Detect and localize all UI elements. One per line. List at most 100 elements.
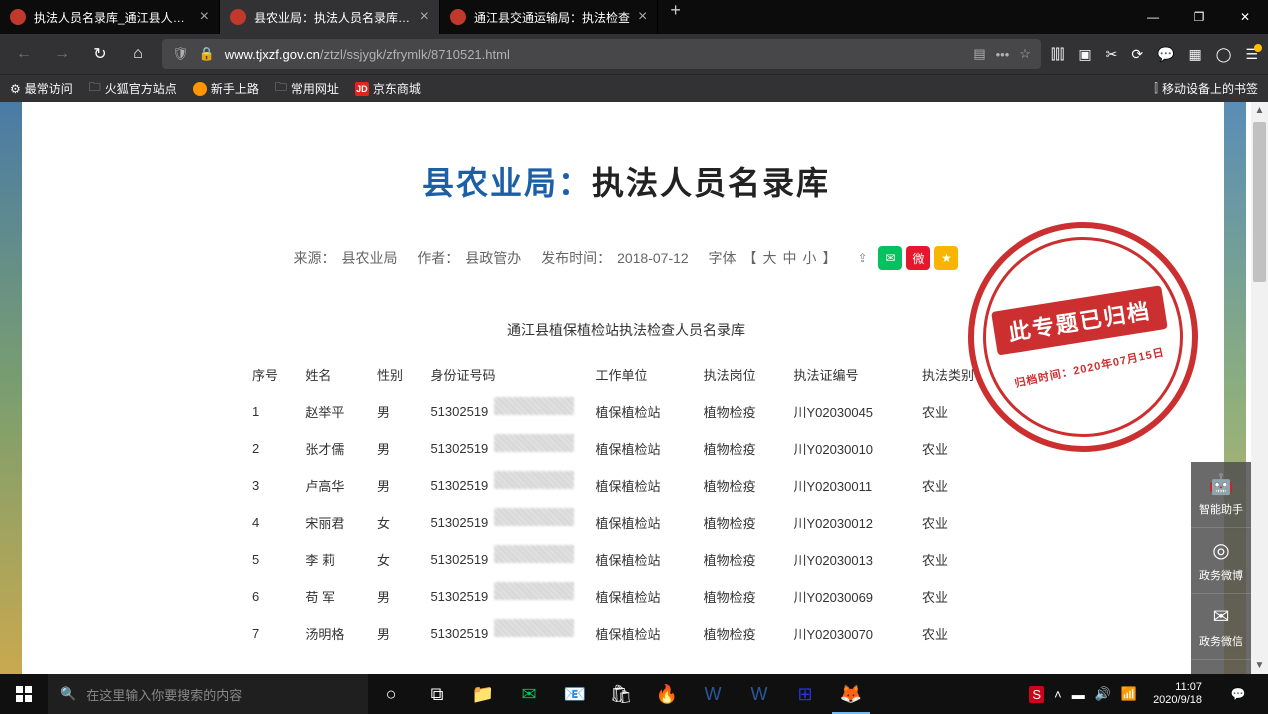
float-share[interactable]: ⤴分享 bbox=[1191, 660, 1251, 674]
font-large-button[interactable]: 大 bbox=[762, 248, 776, 268]
cell-post: 植物检疫 bbox=[698, 430, 788, 467]
app-folder[interactable]: 📁 bbox=[460, 674, 506, 714]
cell-index: 6 bbox=[246, 578, 299, 615]
robot-icon: 🤖 bbox=[1209, 472, 1234, 497]
tabs-strip: 执法人员名录库_通江县人民政 × 县农业局：执法人员名录库_通 × 通江县交通运… bbox=[0, 0, 1130, 34]
favicon-icon bbox=[10, 9, 26, 25]
col-unit: 工作单位 bbox=[589, 356, 697, 393]
tab-0[interactable]: 执法人员名录库_通江县人民政 × bbox=[0, 0, 220, 34]
bookmark-firefox-site[interactable]: 🗀火狐官方站点 bbox=[89, 78, 177, 99]
taskview-button[interactable]: ⧉ bbox=[414, 674, 460, 714]
volume-icon[interactable]: 🔊 bbox=[1095, 686, 1111, 702]
screenshot-icon[interactable]: ✂ bbox=[1106, 46, 1118, 63]
qzone-icon[interactable]: ★ bbox=[934, 246, 958, 270]
wechat-icon[interactable]: ✉ bbox=[878, 246, 902, 270]
cell-gender: 女 bbox=[371, 504, 424, 541]
bg-decoration-left bbox=[0, 102, 22, 674]
chevron-up-icon[interactable]: ˄ bbox=[1054, 687, 1062, 702]
extensions-icon[interactable]: ▦ bbox=[1189, 46, 1202, 63]
cell-gender: 女 bbox=[371, 541, 424, 578]
sync-icon[interactable]: ⟳ bbox=[1131, 46, 1143, 63]
account-icon[interactable]: ◯ bbox=[1216, 46, 1232, 63]
redacted-blur bbox=[494, 471, 574, 489]
cortana-button[interactable]: ○ bbox=[368, 674, 414, 714]
cell-unit: 植保植检站 bbox=[589, 430, 697, 467]
font-medium-button[interactable]: 中 bbox=[782, 248, 796, 268]
app-store[interactable]: 🛍 bbox=[598, 674, 644, 714]
tab-2[interactable]: 通江县交通运输局：执法检查 × bbox=[440, 0, 658, 34]
wifi-icon[interactable]: 📶 bbox=[1121, 686, 1137, 702]
float-assistant[interactable]: 🤖智能助手 bbox=[1191, 462, 1251, 528]
bookmark-most-visited[interactable]: ⚙最常访问 bbox=[10, 80, 73, 97]
cell-cert: 川Y02030012 bbox=[788, 504, 917, 541]
cell-gender: 男 bbox=[371, 615, 424, 652]
app-mail[interactable]: 📧 bbox=[552, 674, 598, 714]
scroll-thumb[interactable] bbox=[1253, 122, 1266, 282]
bookmark-mobile[interactable]: ⫿移动设备上的书签 bbox=[1154, 80, 1258, 97]
menu-icon[interactable]: ☰ bbox=[1245, 46, 1258, 63]
bookmark-common-sites[interactable]: 🗀常用网址 bbox=[275, 78, 339, 99]
close-window-button[interactable]: ✕ bbox=[1222, 0, 1268, 34]
float-gov-weibo[interactable]: ◎政务微博 bbox=[1191, 528, 1251, 594]
clock-time: 11:07 bbox=[1153, 681, 1202, 694]
cell-name: 李 莉 bbox=[299, 541, 371, 578]
cell-idnum: 51302519 bbox=[424, 430, 589, 467]
minimize-button[interactable]: — bbox=[1130, 0, 1176, 34]
tab-title: 通江县交通运输局：执法检查 bbox=[474, 9, 630, 26]
maximize-button[interactable]: ❐ bbox=[1176, 0, 1222, 34]
vertical-scrollbar[interactable]: ▲ ▼ bbox=[1251, 102, 1268, 674]
url-bar[interactable]: 🛡 🔒 www.tjxzf.gov.cn/ztzl/ssjygk/zfrymlk… bbox=[162, 39, 1041, 69]
folder-icon: 🗀 bbox=[89, 78, 101, 99]
weibo-icon[interactable]: 微 bbox=[906, 246, 930, 270]
start-button[interactable] bbox=[0, 674, 48, 714]
chat-icon[interactable]: 💬 bbox=[1157, 46, 1174, 63]
jd-icon: JD bbox=[355, 82, 369, 96]
cell-index: 3 bbox=[246, 467, 299, 504]
app-word2[interactable]: W bbox=[736, 674, 782, 714]
sidebar-icon[interactable]: ▣ bbox=[1078, 46, 1091, 63]
cell-name: 苟 军 bbox=[299, 578, 371, 615]
close-icon[interactable]: × bbox=[200, 8, 209, 26]
app-flame[interactable]: 🔥 bbox=[644, 674, 690, 714]
notifications-button[interactable]: 💬 bbox=[1218, 674, 1258, 714]
taskbar-clock[interactable]: 11:07 2020/9/18 bbox=[1147, 681, 1208, 707]
personnel-table: 序号 姓名 性别 身份证号码 工作单位 执法岗位 执法证编号 执法类别 1赵举平… bbox=[246, 356, 1006, 652]
back-button[interactable]: ← bbox=[10, 40, 38, 68]
taskbar-search[interactable]: 🔍 在这里输入你要搜索的内容 bbox=[48, 674, 368, 714]
cell-unit: 植保植检站 bbox=[589, 541, 697, 578]
close-icon[interactable]: × bbox=[420, 8, 429, 26]
new-tab-button[interactable]: + bbox=[658, 0, 693, 34]
cell-idnum: 51302519 bbox=[424, 504, 589, 541]
ellipsis-icon[interactable]: ••• bbox=[996, 47, 1010, 62]
app-wechat[interactable]: ✉ bbox=[506, 674, 552, 714]
battery-icon[interactable]: ▬ bbox=[1072, 687, 1085, 702]
cell-cert: 川Y02030010 bbox=[788, 430, 917, 467]
cell-cat: 农业 bbox=[916, 615, 1006, 652]
app-word[interactable]: W bbox=[690, 674, 736, 714]
app-baidu[interactable]: ⊞ bbox=[782, 674, 828, 714]
ime-icon[interactable]: S bbox=[1029, 686, 1044, 703]
tab-title: 执法人员名录库_通江县人民政 bbox=[34, 9, 192, 26]
bookmark-star-icon[interactable]: ☆ bbox=[1019, 46, 1031, 62]
forward-button[interactable]: → bbox=[48, 40, 76, 68]
author-value: 县政管办 bbox=[465, 248, 521, 268]
scroll-down-icon[interactable]: ▼ bbox=[1251, 657, 1268, 674]
share-icon[interactable]: ⇪ bbox=[850, 246, 874, 270]
font-small-button[interactable]: 小 bbox=[802, 248, 816, 268]
tab-1[interactable]: 县农业局：执法人员名录库_通 × bbox=[220, 0, 440, 34]
bookmark-jd[interactable]: JD京东商城 bbox=[355, 80, 421, 97]
scroll-up-icon[interactable]: ▲ bbox=[1251, 102, 1268, 119]
source-value: 县农业局 bbox=[342, 248, 398, 268]
reader-icon[interactable]: ▤ bbox=[973, 46, 985, 62]
reload-button[interactable]: ↻ bbox=[86, 40, 114, 68]
pubtime-value: 2018-07-12 bbox=[617, 250, 689, 266]
home-button[interactable]: ⌂ bbox=[124, 40, 152, 68]
cell-index: 1 bbox=[246, 393, 299, 430]
app-firefox[interactable]: 🦊 bbox=[828, 674, 874, 714]
library-icon[interactable]: ⫿⫿⫿ bbox=[1051, 46, 1064, 63]
close-icon[interactable]: × bbox=[638, 8, 647, 26]
cell-cat: 农业 bbox=[916, 541, 1006, 578]
bookmark-getting-started[interactable]: 新手上路 bbox=[193, 80, 259, 97]
float-gov-wechat[interactable]: ✉政务微信 bbox=[1191, 594, 1251, 660]
source-label: 来源： bbox=[294, 248, 336, 268]
